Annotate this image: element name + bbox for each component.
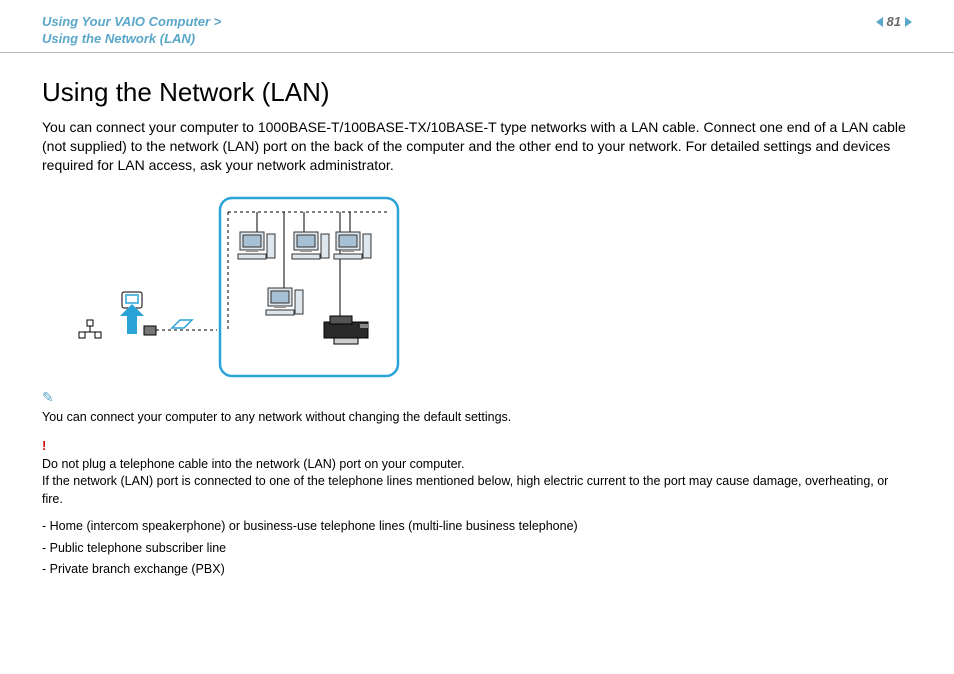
prev-page-icon[interactable] [876, 17, 883, 27]
warning-line1: Do not plug a telephone cable into the n… [42, 457, 464, 471]
page-number: 81 [887, 14, 901, 29]
note-text: You can connect your computer to any net… [42, 410, 511, 424]
breadcrumb: Using Your VAIO Computer > Using the Net… [42, 14, 221, 48]
breadcrumb-line1: Using Your VAIO Computer > [42, 14, 221, 31]
note-pencil-icon: ✎ [42, 388, 54, 408]
list-item: Home (intercom speakerphone) or business… [42, 518, 912, 536]
notes-section: ✎ You can connect your computer to any n… [42, 388, 912, 578]
breadcrumb-line2: Using the Network (LAN) [42, 31, 221, 48]
warning-icon: ! [42, 437, 46, 455]
pager: 81 [876, 14, 912, 29]
list-item: Public telephone subscriber line [42, 540, 912, 558]
warning-line2: If the network (LAN) port is connected t… [42, 474, 888, 506]
next-page-icon[interactable] [905, 17, 912, 27]
page-title: Using the Network (LAN) [42, 77, 912, 108]
page-header: Using Your VAIO Computer > Using the Net… [0, 0, 954, 53]
warning-bullets: Home (intercom speakerphone) or business… [42, 518, 912, 579]
network-diagram [72, 192, 432, 382]
intro-paragraph: You can connect your computer to 1000BAS… [42, 118, 912, 175]
computer-icon [238, 232, 275, 259]
list-item: Private branch exchange (PBX) [42, 561, 912, 579]
content: Using the Network (LAN) You can connect … [0, 53, 954, 579]
